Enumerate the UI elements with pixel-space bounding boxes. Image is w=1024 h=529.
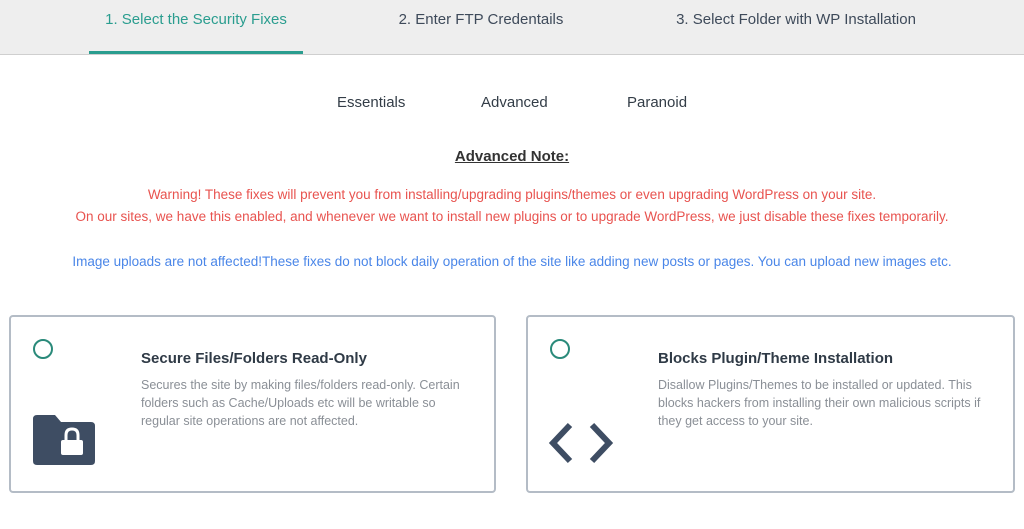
fix-radio-read-only[interactable] (33, 339, 53, 359)
step-enter-ftp-credentials[interactable]: 2. Enter FTP Credentails (386, 0, 576, 54)
fix-card-description: Secures the site by making files/folders… (141, 378, 460, 428)
tab-paranoid[interactable]: Paranoid (627, 94, 687, 111)
fix-card-read-only[interactable]: Secure Files/Folders Read-Only Secures t… (9, 315, 496, 493)
fix-radio-block-installation[interactable] (550, 339, 570, 359)
code-icon (548, 421, 616, 470)
fix-card-title: Secure Files/Folders Read-Only (141, 350, 367, 367)
warning-text-line1: Warning! These fixes will prevent you fr… (147, 187, 877, 202)
lock-folder-icon (31, 413, 97, 472)
tab-advanced[interactable]: Advanced (481, 94, 548, 111)
step-select-folder[interactable]: 3. Select Folder with WP Installation (664, 0, 928, 54)
step-select-security-fixes[interactable]: 1. Select the Security Fixes (89, 0, 303, 54)
info-text: Image uploads are not affected!These fix… (72, 254, 952, 269)
tab-essentials[interactable]: Essentials (337, 94, 405, 111)
advanced-note-title: Advanced Note: (454, 148, 570, 165)
fix-card-title: Blocks Plugin/Theme Installation (658, 350, 894, 367)
fix-card-description: Disallow Plugins/Themes to be installed … (658, 378, 981, 428)
wizard-steps-bar: 1. Select the Security Fixes 2. Enter FT… (0, 0, 1024, 55)
warning-text-line2: On our sites, we have this enabled, and … (75, 209, 949, 224)
fix-card-block-installation[interactable]: Blocks Plugin/Theme Installation Disallo… (526, 315, 1015, 493)
